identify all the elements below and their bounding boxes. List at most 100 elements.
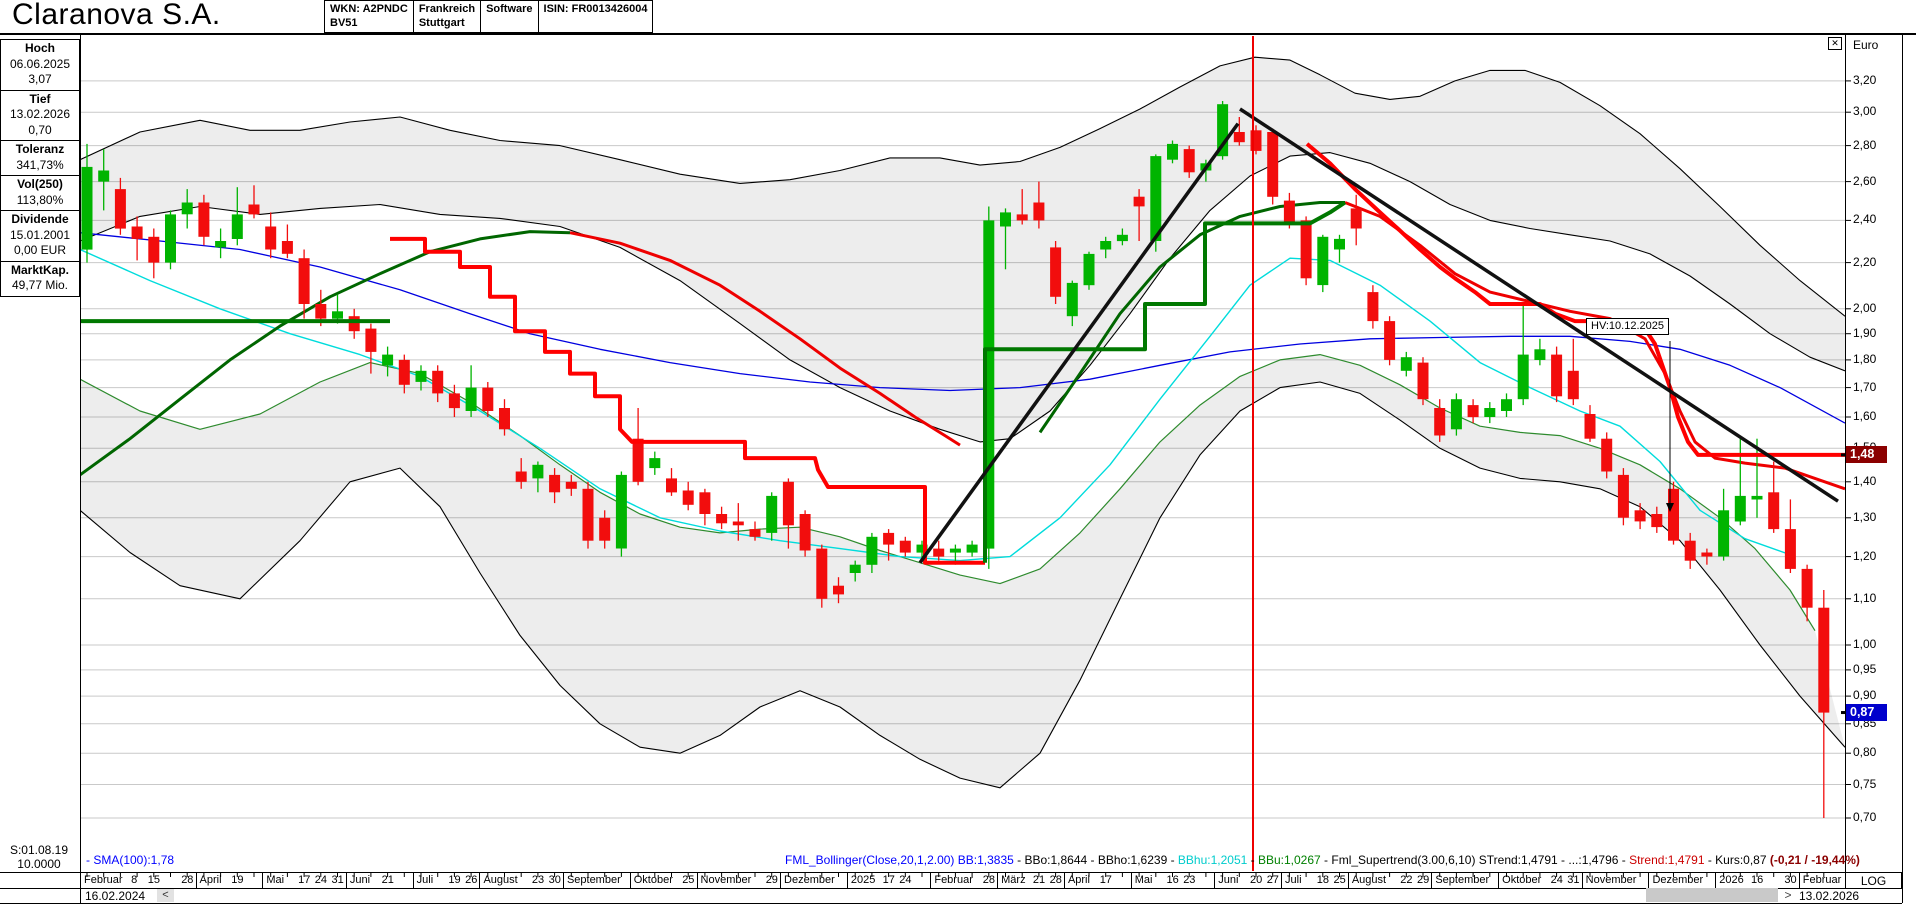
- xaxis-month-februar: Februar: [1798, 872, 1841, 888]
- yaxis-label: 3,20: [1853, 72, 1877, 87]
- yaxis-label: 2,40: [1853, 212, 1877, 227]
- yaxis-label: 0,80: [1853, 745, 1877, 760]
- xaxis-day-label: 28: [1049, 874, 1062, 886]
- xaxis-day-label: 29: [1417, 874, 1430, 886]
- xaxis-day-label: 25: [682, 874, 695, 886]
- yaxis-label: 3,00: [1853, 104, 1877, 119]
- indicator-legend: FML_Bollinger(Close,20,1,2.00) BB:1,3835…: [785, 853, 1860, 867]
- xaxis-day-label: 24: [1550, 874, 1563, 886]
- supertrend-price-badge: 1,48: [1846, 446, 1887, 464]
- xaxis-month-april: April: [195, 872, 263, 888]
- xaxis-day-label: 31: [331, 874, 344, 886]
- xaxis-day-label: 28: [181, 874, 194, 886]
- legend-segment: BBhu:1,2051: [1177, 853, 1248, 867]
- range-start-date: 16.02.2024: [85, 889, 146, 903]
- chart-plot-area[interactable]: [80, 36, 1845, 872]
- yaxis-label: 0,70: [1853, 809, 1877, 824]
- sidebar-box-vol250: Vol(250) 113,80%: [0, 175, 80, 211]
- xaxis-day-label: 30: [548, 874, 561, 886]
- legend-segment: - BBo:1,8644 - BBho:1,6239 -: [1013, 853, 1178, 867]
- log-scale-toggle[interactable]: LOG: [1845, 872, 1902, 889]
- yaxis-label: 2,20: [1853, 254, 1877, 269]
- xaxis-day-label: 15: [147, 874, 161, 886]
- xaxis-day-label: 30: [1784, 874, 1797, 886]
- xaxis-day-label: 19: [448, 874, 461, 886]
- sidebar-box-tief: Tief 13.02.2026 0,70: [0, 89, 80, 141]
- xaxis-day-label: 21: [381, 874, 394, 886]
- yaxis-label: 1,20: [1853, 548, 1877, 563]
- xaxis-day-label: 24: [899, 874, 912, 886]
- scrollbar-thumb[interactable]: [1646, 888, 1778, 902]
- yaxis-label: 0,95: [1853, 661, 1877, 676]
- yaxis-label: 2,00: [1853, 300, 1877, 315]
- yaxis-unit-label: Euro: [1853, 38, 1879, 52]
- xaxis-day-label: 26: [465, 874, 478, 886]
- yaxis-label: 2,60: [1853, 173, 1877, 188]
- xaxis-day-label: 8: [131, 874, 138, 886]
- xaxis-month-labels: Februar 8 15 28 April 19 Mai 17 24 31 Juni 21 Juli 19…: [80, 872, 1845, 888]
- xaxis-day-label: 31: [1567, 874, 1580, 886]
- yaxis-label: 1,00: [1853, 637, 1877, 651]
- stats-sidebar: Hoch 06.06.2025 3,07 Tief 13.02.2026 0,70 Tole…: [0, 39, 80, 297]
- xaxis-month-september: September: [562, 872, 630, 888]
- last-price-badge: 0,87: [1846, 704, 1887, 722]
- legend-segment: FML_Bollinger(Close,20,1,2.00) BB:1,3835: [785, 853, 1014, 867]
- xaxis-day-label: 22: [1400, 874, 1413, 886]
- xaxis-day-label: 17: [298, 874, 311, 886]
- xaxis-day-label: 17: [1099, 874, 1112, 886]
- xaxis-month-april: April: [1063, 872, 1131, 888]
- xaxis-day-label: 23: [1183, 874, 1196, 886]
- yaxis-label: 1,60: [1853, 409, 1877, 424]
- legend-segment: (-0,21 / -19,44%): [1769, 853, 1860, 867]
- xaxis-month-dezember: Dezember: [1648, 872, 1715, 888]
- xaxis-day-label: 21: [1032, 874, 1046, 886]
- yaxis-label: 2,80: [1853, 137, 1877, 152]
- legend-segment: - Fml_Supertrend(3.00,6,10) STrend:1,479…: [1320, 853, 1630, 867]
- xaxis-month-februar: Februar: [80, 872, 196, 888]
- xaxis-month-juni: Juni: [345, 872, 413, 888]
- sidebar-box-dividende: Dividende 15.01.2001 0,00 EUR: [0, 210, 80, 262]
- yaxis-label: 1,90: [1853, 325, 1877, 340]
- stop-label-value: 10.0000: [17, 857, 61, 871]
- xaxis-day-label: 24: [314, 874, 328, 886]
- xaxis-day-label: 20: [1250, 874, 1263, 886]
- xaxis-day-label: 16: [1166, 874, 1179, 886]
- legend-segment: - Kurs:0,87: [1704, 853, 1770, 867]
- sma-legend-label: - SMA(100):1,78: [86, 853, 175, 867]
- range-end-date: 13.02.2026: [1799, 889, 1860, 903]
- xaxis-day-label: 23: [531, 874, 545, 886]
- yaxis-label: 1,10: [1853, 590, 1877, 605]
- close-icon[interactable]: ✕: [1828, 37, 1842, 50]
- yaxis-label: 1,80: [1853, 351, 1877, 366]
- legend-segment: BBu:1,0267: [1257, 853, 1321, 867]
- yaxis-label: 0,90: [1853, 688, 1877, 703]
- scroll-back-button[interactable]: <: [157, 889, 174, 902]
- yaxis-label: 1,40: [1853, 473, 1877, 488]
- xaxis-month-november: November: [1581, 872, 1649, 888]
- legend-segment: -: [1247, 853, 1258, 867]
- xaxis-day-label: 28: [982, 874, 996, 886]
- xaxis-day-label: 25: [1333, 874, 1346, 886]
- xaxis-day-label: 27: [1266, 874, 1279, 886]
- xaxis-day-label: 18: [1316, 874, 1330, 886]
- yaxis-label: 1,30: [1853, 509, 1877, 524]
- frame-right-line: [1902, 35, 1903, 903]
- hv-annotation-label[interactable]: HV:10.12.2025: [1586, 318, 1669, 335]
- xaxis-day-label: 19: [231, 874, 244, 886]
- sidebar-box-hoch: Hoch 06.06.2025 3,07: [0, 39, 80, 91]
- xaxis-day-label: 16: [1751, 874, 1764, 886]
- yaxis-label: 0,75: [1853, 776, 1877, 791]
- legend-segment: Strend:1,4791: [1629, 853, 1705, 867]
- xaxis-day-label: 29: [765, 874, 778, 886]
- scroll-forward-button[interactable]: >: [1781, 889, 1795, 902]
- sidebar-box-toleranz: Toleranz 341,73%: [0, 140, 80, 176]
- yaxis-label: 1,70: [1853, 379, 1877, 394]
- xaxis-month-dezember: Dezember: [780, 872, 847, 888]
- sidebar-box-marktkap: MarktKap. 49,77 Mio.: [0, 260, 80, 297]
- xaxis-bottom-line: [0, 888, 1902, 889]
- window-bottom-line: [0, 903, 1902, 904]
- xaxis-day-label: 17: [882, 874, 895, 886]
- stop-label-date: S:01.08.19: [9, 843, 69, 857]
- xaxis-month-september: September: [1431, 872, 1498, 888]
- frame-left-line: [80, 35, 81, 903]
